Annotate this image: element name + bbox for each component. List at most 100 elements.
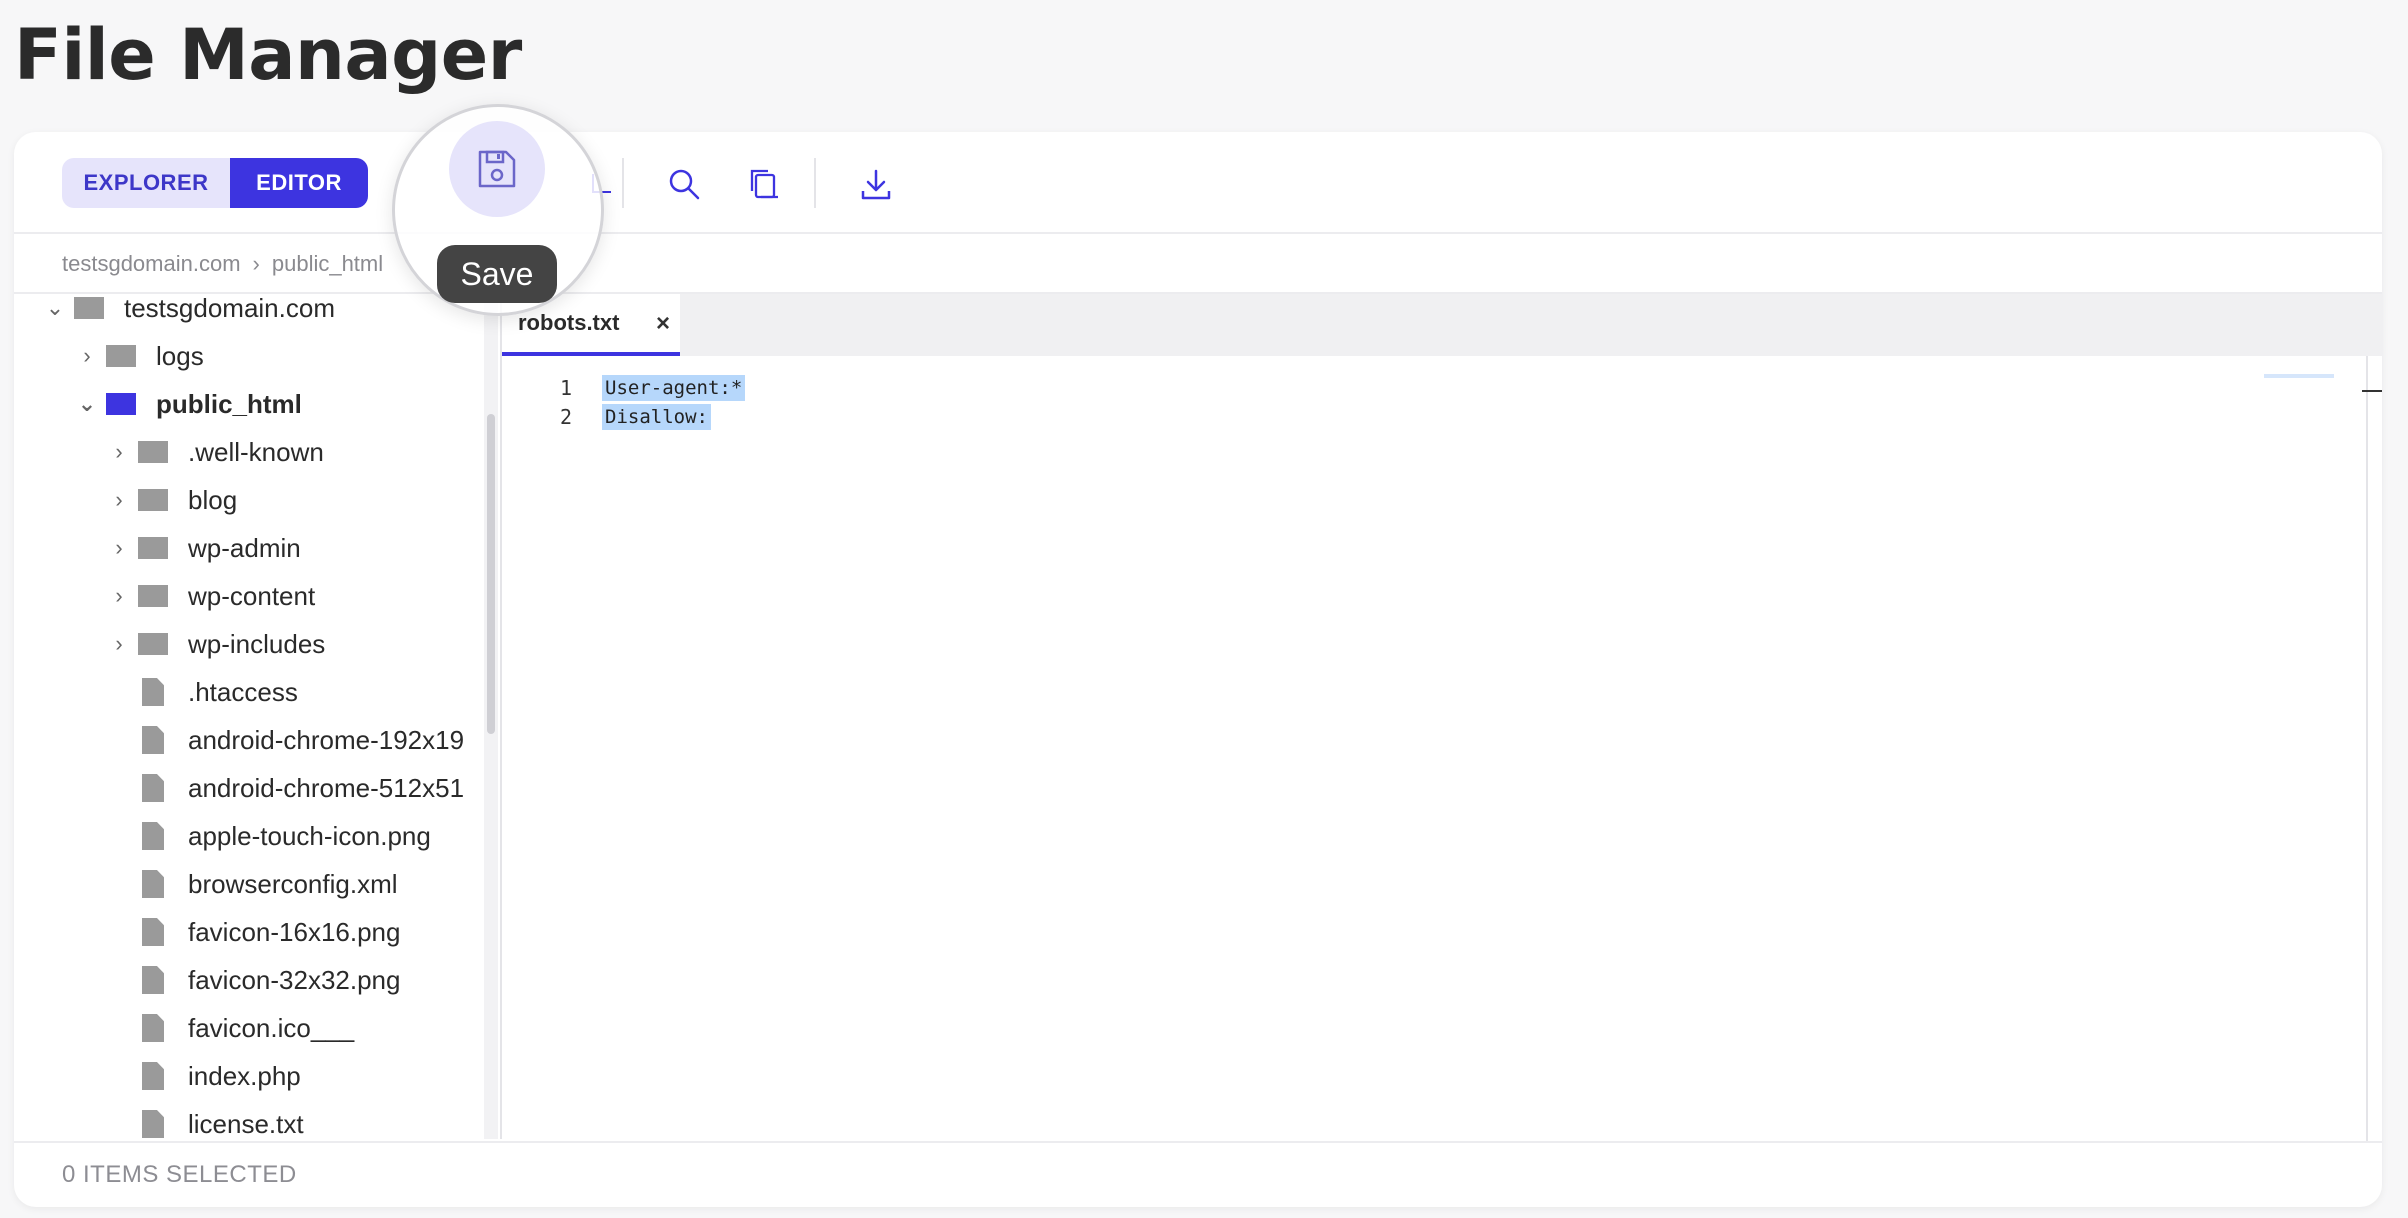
editor-tab-strip: robots.txt × [502, 294, 2382, 356]
chevron-right-icon[interactable]: › [108, 439, 130, 465]
explorer-tab-button[interactable]: EXPLORER [62, 158, 230, 208]
save-tooltip: Save [437, 245, 557, 303]
folder-icon [74, 297, 104, 319]
tree-item-label: index.php [188, 1060, 301, 1091]
code-content[interactable]: User-agent:* Disallow: [602, 374, 746, 432]
tree-item-label: favicon-16x16.png [188, 916, 401, 947]
tree-item-root[interactable]: ⌄ testsgdomain.com [44, 292, 498, 332]
breadcrumb-item-public-html[interactable]: public_html [272, 251, 383, 277]
tree-item-label: favicon-32x32.png [188, 964, 401, 995]
file-icon [142, 726, 164, 754]
editor-tab-button[interactable]: EDITOR [230, 158, 368, 208]
tree-item-file[interactable]: index.php [130, 1052, 498, 1100]
folder-icon [138, 537, 168, 559]
breadcrumb-item-domain[interactable]: testsgdomain.com [62, 251, 241, 277]
download-icon[interactable] [854, 162, 898, 206]
tree-item-wp-admin[interactable]: › wp-admin [108, 524, 498, 572]
page-title: File Manager [14, 14, 522, 96]
selection-status: 0 ITEMS SELECTED [14, 1141, 2382, 1207]
zoom-magnifier: Save [392, 104, 604, 316]
tree-item-label: android-chrome-512x51 [188, 772, 465, 803]
code-editor[interactable]: robots.txt × 1 2 User-agent:* Disallow: [500, 292, 2382, 1141]
tree-item-label: apple-touch-icon.png [188, 820, 431, 851]
tree-item-logs[interactable]: › logs [76, 332, 498, 380]
tree-item-label: logs [156, 340, 204, 371]
folder-icon [138, 633, 168, 655]
file-icon [142, 1014, 164, 1042]
tree-item-file[interactable]: apple-touch-icon.png [130, 812, 498, 860]
scrollbar-marker [2362, 390, 2382, 392]
folder-open-icon [106, 393, 136, 415]
line-number-gutter: 1 2 [532, 374, 572, 432]
tree-item-label: android-chrome-192x19 [188, 724, 465, 755]
tree-item-public-html[interactable]: ⌄ public_html [76, 380, 498, 428]
tree-item-label: wp-content [188, 580, 316, 611]
file-manager-panel: EXPLORER EDITOR testsgdomain.com › publi… [14, 132, 2382, 1207]
toolbar-divider [622, 158, 624, 208]
toolbar-divider [814, 158, 816, 208]
minimap[interactable] [2264, 374, 2334, 378]
chevron-right-icon[interactable]: › [108, 487, 130, 513]
tree-item-file[interactable]: favicon-16x16.png [130, 908, 498, 956]
file-icon [142, 870, 164, 898]
file-icon [142, 1062, 164, 1090]
save-icon [478, 150, 516, 188]
file-icon [142, 1110, 164, 1138]
breadcrumb: testsgdomain.com › public_html [62, 246, 383, 282]
file-icon [142, 774, 164, 802]
chevron-right-icon[interactable]: › [108, 631, 130, 657]
tree-item-file[interactable]: browserconfig.xml [130, 860, 498, 908]
tree-item-label: testsgdomain.com [124, 292, 335, 323]
tree-scrollbar-thumb[interactable] [487, 414, 495, 734]
file-icon [142, 966, 164, 994]
folder-icon [138, 441, 168, 463]
chevron-right-icon[interactable]: › [108, 535, 130, 561]
tree-item-label: .htaccess [188, 676, 298, 707]
code-line[interactable]: Disallow: [602, 403, 745, 432]
close-icon[interactable]: × [656, 310, 670, 338]
tree-item-file[interactable]: license.txt [130, 1100, 498, 1139]
line-number: 1 [559, 376, 572, 400]
tree-item-file[interactable]: android-chrome-512x51 [130, 764, 498, 812]
tree-item-file[interactable]: android-chrome-192x19 [130, 716, 498, 764]
save-button[interactable] [449, 121, 545, 217]
folder-icon [138, 585, 168, 607]
tree-item-label: wp-includes [188, 628, 326, 659]
chevron-down-icon[interactable]: ⌄ [44, 295, 66, 321]
file-icon [142, 678, 164, 706]
file-icon [142, 918, 164, 946]
tree-item-blog[interactable]: › blog [108, 476, 498, 524]
tree-item-label: favicon.ico___ [188, 1012, 355, 1043]
line-number: 2 [559, 405, 572, 429]
file-icon [142, 822, 164, 850]
tree-item-label: wp-admin [188, 532, 301, 563]
tree-item-label: browserconfig.xml [188, 868, 398, 899]
chevron-right-icon[interactable]: › [108, 583, 130, 609]
tree-item-file[interactable]: favicon-32x32.png [130, 956, 498, 1004]
tree-item-label: .well-known [188, 436, 324, 467]
tree-item-file[interactable]: .htaccess [130, 668, 498, 716]
toolbar: EXPLORER EDITOR [14, 132, 2382, 234]
file-tree: ⌄ testsgdomain.com › logs ⌄ public_html … [14, 292, 498, 1139]
folder-icon [106, 345, 136, 367]
code-line[interactable]: User-agent:* [602, 374, 746, 403]
tree-item-file[interactable]: favicon.ico___ [130, 1004, 498, 1052]
tree-scrollbar[interactable] [484, 294, 498, 1139]
selected-text: User-agent:* [602, 375, 746, 401]
selected-text: Disallow: [602, 404, 711, 430]
editor-scrollbar[interactable] [2366, 356, 2368, 1141]
tree-item-wp-content[interactable]: › wp-content [108, 572, 498, 620]
tree-item-wp-includes[interactable]: › wp-includes [108, 620, 498, 668]
tree-item-label: license.txt [188, 1108, 304, 1139]
search-icon[interactable] [662, 162, 706, 206]
tree-item-well-known[interactable]: › .well-known [108, 428, 498, 476]
folder-icon [138, 489, 168, 511]
view-toggle: EXPLORER EDITOR [62, 158, 368, 208]
tab-label: robots.txt [518, 310, 620, 335]
chevron-right-icon: › [252, 251, 260, 276]
chevron-down-icon[interactable]: ⌄ [76, 391, 98, 417]
tree-item-label: blog [188, 484, 238, 515]
tree-item-label: public_html [156, 388, 302, 419]
copy-icon[interactable] [742, 162, 786, 206]
chevron-right-icon[interactable]: › [76, 343, 98, 369]
